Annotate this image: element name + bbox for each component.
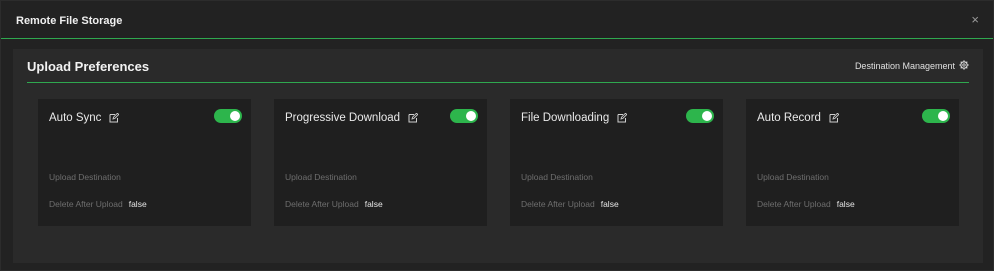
delete-after-upload-value: false (364, 199, 383, 209)
edit-icon[interactable] (617, 113, 628, 123)
edit-icon[interactable] (829, 113, 839, 123)
gear-icon (959, 60, 969, 72)
destination-management-button[interactable]: Destination Management (855, 60, 969, 72)
edit-icon[interactable] (109, 113, 120, 123)
toggle-knob (702, 111, 712, 121)
upload-destination-row: Upload Destination (49, 172, 121, 182)
card-title: Auto Sync (49, 112, 102, 124)
card-title: File Downloading (521, 112, 610, 124)
upload-destination-label: Upload Destination (49, 172, 121, 182)
upload-destination-label: Upload Destination (757, 172, 829, 182)
delete-after-upload-row: Delete After Upload false (521, 199, 619, 209)
delete-after-upload-row: Delete After Upload false (285, 199, 383, 209)
upload-destination-row: Upload Destination (285, 172, 357, 182)
panel-header: Upload Preferences Destination Managemen… (27, 49, 969, 83)
delete-after-upload-row: Delete After Upload false (757, 199, 855, 209)
delete-after-upload-value: false (836, 199, 855, 209)
preference-card-progressive-download: Progressive Download Upload Destination … (274, 99, 487, 226)
upload-destination-label: Upload Destination (521, 172, 593, 182)
toggle-knob (938, 111, 948, 121)
destination-management-label: Destination Management (854, 61, 955, 71)
delete-after-upload-value: false (128, 199, 147, 209)
upload-destination-row: Upload Destination (521, 172, 593, 182)
card-title: Progressive Download (285, 112, 401, 124)
upload-destination-label: Upload Destination (285, 172, 357, 182)
dialog-title: Remote File Storage (16, 15, 123, 27)
auto-record-toggle[interactable] (922, 109, 950, 123)
delete-after-upload-row: Delete After Upload false (49, 199, 147, 209)
delete-after-upload-label: Delete After Upload (49, 199, 123, 209)
close-icon[interactable]: × (971, 13, 979, 26)
delete-after-upload-value: false (600, 199, 619, 209)
panel-title: Upload Preferences (27, 59, 150, 74)
file-downloading-toggle[interactable] (686, 109, 714, 123)
preference-card-auto-sync: Auto Sync Upload Destination Delete Afte… (38, 99, 251, 226)
remote-file-storage-dialog: Remote File Storage × Upload Preferences… (0, 0, 994, 271)
edit-icon[interactable] (408, 113, 419, 123)
dialog-titlebar: Remote File Storage × (1, 1, 993, 39)
auto-sync-toggle[interactable] (214, 109, 242, 123)
toggle-knob (466, 111, 476, 121)
preference-card-auto-record: Auto Record Upload Destination Delete Af… (746, 99, 959, 226)
toggle-knob (230, 111, 240, 121)
progressive-download-toggle[interactable] (450, 109, 478, 123)
delete-after-upload-label: Delete After Upload (285, 199, 359, 209)
preference-card-file-downloading: File Downloading Upload Destination Dele… (510, 99, 723, 226)
upload-destination-row: Upload Destination (757, 172, 829, 182)
upload-preferences-panel: Upload Preferences Destination Managemen… (13, 49, 983, 263)
delete-after-upload-label: Delete After Upload (757, 199, 831, 209)
card-title: Auto Record (757, 112, 821, 124)
delete-after-upload-label: Delete After Upload (521, 199, 595, 209)
